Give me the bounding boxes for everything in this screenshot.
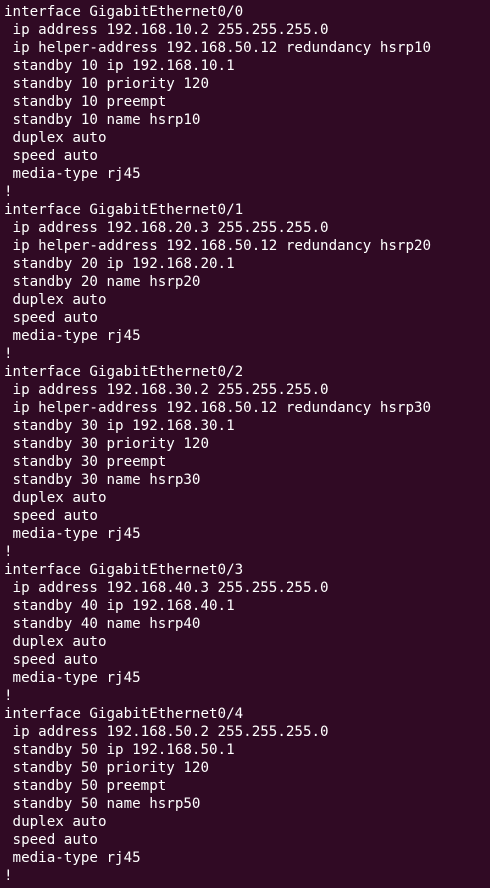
terminal-line: standby 10 priority 120 xyxy=(4,76,209,92)
terminal-line: standby 50 name hsrp50 xyxy=(4,796,201,812)
terminal-line: media-type rj45 xyxy=(4,166,141,182)
terminal-line: interface GigabitEthernet0/4 xyxy=(4,706,244,722)
terminal-line: standby 30 name hsrp30 xyxy=(4,472,201,488)
terminal-line: ip helper-address 192.168.50.12 redundan… xyxy=(4,238,432,254)
terminal-line: ip address 192.168.30.2 255.255.255.0 xyxy=(4,382,329,398)
terminal-line: standby 50 ip 192.168.50.1 xyxy=(4,742,235,758)
terminal-line: duplex auto xyxy=(4,814,107,830)
terminal-line: standby 30 priority 120 xyxy=(4,436,209,452)
terminal-line: standby 20 ip 192.168.20.1 xyxy=(4,256,235,272)
terminal-line: speed auto xyxy=(4,508,98,524)
terminal-line: speed auto xyxy=(4,310,98,326)
terminal-line: standby 40 name hsrp40 xyxy=(4,616,201,632)
terminal-line: ! xyxy=(4,868,13,884)
terminal-line: ip helper-address 192.168.50.12 redundan… xyxy=(4,40,432,56)
terminal-line: standby 20 name hsrp20 xyxy=(4,274,201,290)
terminal-line: media-type rj45 xyxy=(4,670,141,686)
terminal-line: speed auto xyxy=(4,148,98,164)
terminal-line: standby 50 priority 120 xyxy=(4,760,209,776)
terminal-line: ip address 192.168.50.2 255.255.255.0 xyxy=(4,724,329,740)
terminal-line: media-type rj45 xyxy=(4,850,141,866)
terminal-line: ip address 192.168.10.2 255.255.255.0 xyxy=(4,22,329,38)
terminal-line: standby 10 ip 192.168.10.1 xyxy=(4,58,235,74)
terminal-line: ip address 192.168.20.3 255.255.255.0 xyxy=(4,220,329,236)
terminal-line: speed auto xyxy=(4,652,98,668)
terminal-line: ! xyxy=(4,184,13,200)
terminal-line: standby 30 preempt xyxy=(4,454,167,470)
terminal-line: standby 30 ip 192.168.30.1 xyxy=(4,418,235,434)
terminal-line: ip address 192.168.40.3 255.255.255.0 xyxy=(4,580,329,596)
terminal-line: ! xyxy=(4,346,13,362)
terminal-line: duplex auto xyxy=(4,130,107,146)
terminal-line: duplex auto xyxy=(4,292,107,308)
terminal-line: ip helper-address 192.168.50.12 redundan… xyxy=(4,400,432,416)
terminal-line: media-type rj45 xyxy=(4,526,141,542)
terminal-line: standby 10 preempt xyxy=(4,94,167,110)
terminal-line: ! xyxy=(4,688,13,704)
terminal-line: speed auto xyxy=(4,832,98,848)
terminal-line: media-type rj45 xyxy=(4,328,141,344)
terminal-line: standby 10 name hsrp10 xyxy=(4,112,201,128)
terminal-line: duplex auto xyxy=(4,490,107,506)
terminal-line: interface GigabitEthernet0/3 xyxy=(4,562,244,578)
terminal-line: interface GigabitEthernet0/1 xyxy=(4,202,244,218)
terminal-line: standby 40 ip 192.168.40.1 xyxy=(4,598,235,614)
terminal-line: interface GigabitEthernet0/0 xyxy=(4,4,244,20)
terminal-line: duplex auto xyxy=(4,634,107,650)
terminal-line: ! xyxy=(4,544,13,560)
terminal-line: interface GigabitEthernet0/2 xyxy=(4,364,244,380)
terminal-line: standby 50 preempt xyxy=(4,778,167,794)
terminal-output[interactable]: interface GigabitEthernet0/0 ip address … xyxy=(0,0,490,888)
